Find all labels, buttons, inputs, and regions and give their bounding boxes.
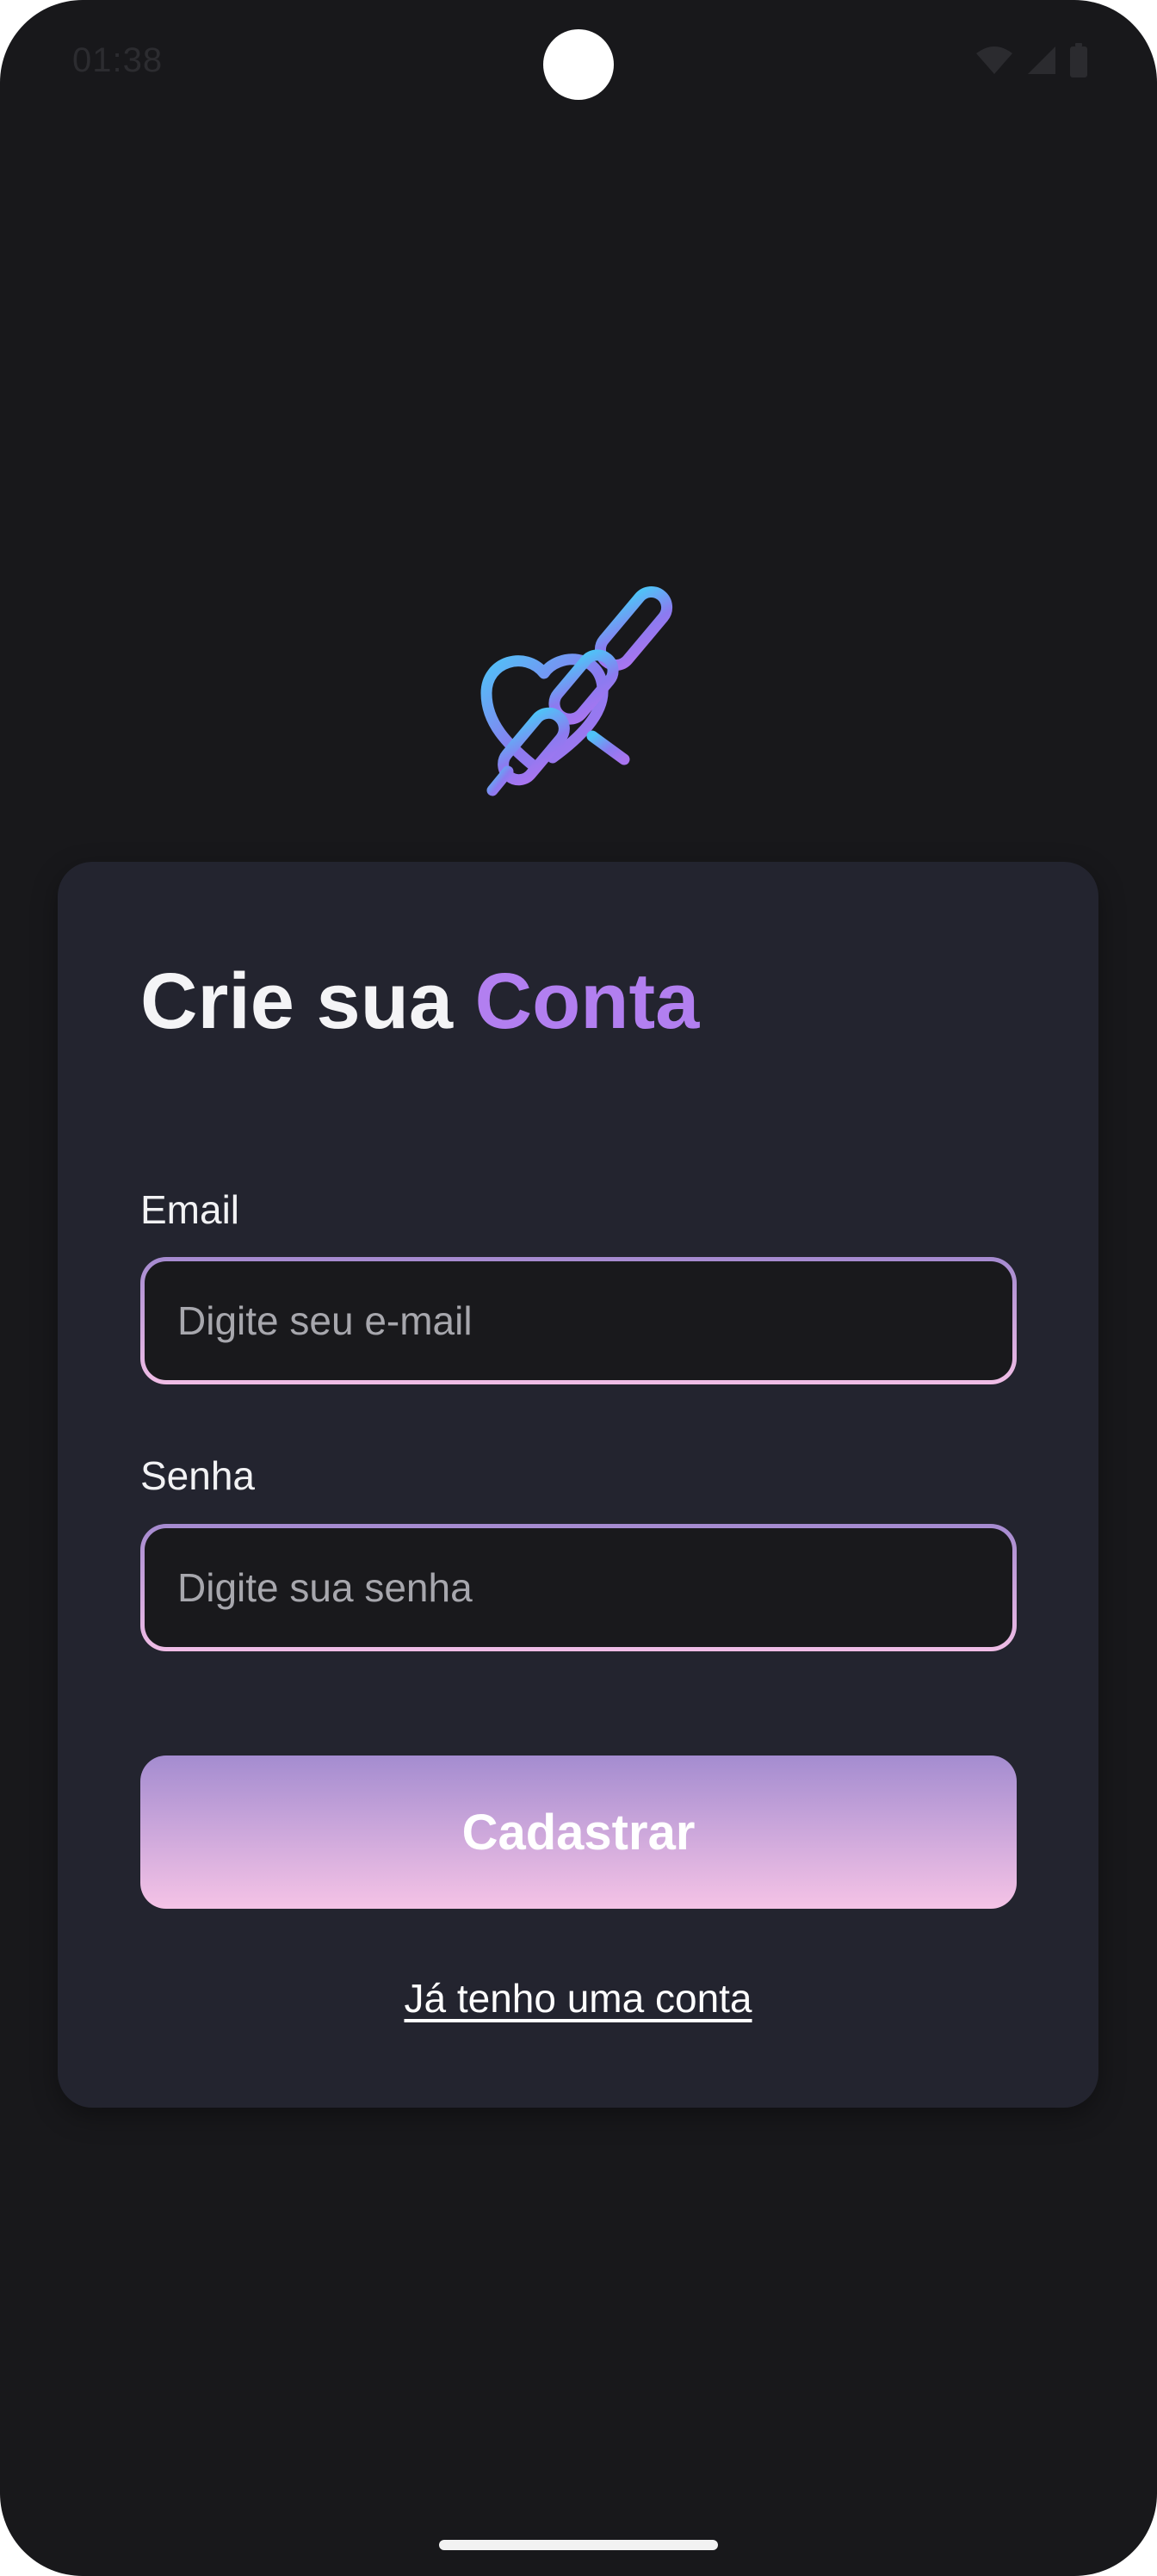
camera-cutout xyxy=(543,29,614,100)
wifi-icon xyxy=(974,45,1014,76)
page-title: Crie sua Conta xyxy=(140,957,699,1047)
password-field-border xyxy=(140,1524,1017,1651)
password-field-container xyxy=(145,1528,1012,1647)
password-label: Senha xyxy=(140,1453,256,1498)
email-label: Email xyxy=(140,1187,240,1232)
phone-screen: 01:38 Crie sua Conta Email Digite seu e-… xyxy=(0,0,1157,2576)
password-field[interactable] xyxy=(145,1528,1012,1647)
status-icons xyxy=(974,43,1088,77)
email-field[interactable] xyxy=(145,1261,1012,1380)
login-link[interactable]: Já tenho uma conta xyxy=(58,1975,1098,2022)
signup-card: Crie sua Conta Email Senha Cadastrar Já … xyxy=(58,862,1098,2108)
status-bar: 01:38 xyxy=(0,0,1157,129)
status-time: 01:38 xyxy=(72,41,164,79)
heart-chain-logo-icon xyxy=(473,577,689,801)
title-prefix: Crie sua xyxy=(140,957,454,1045)
home-indicator[interactable] xyxy=(439,2540,718,2550)
signup-button[interactable]: Cadastrar xyxy=(140,1756,1017,1909)
email-field-container xyxy=(145,1261,1012,1380)
email-field-border xyxy=(140,1257,1017,1384)
title-accent: Conta xyxy=(474,957,700,1045)
battery-icon xyxy=(1069,43,1088,77)
cellular-signal-icon xyxy=(1026,45,1057,76)
